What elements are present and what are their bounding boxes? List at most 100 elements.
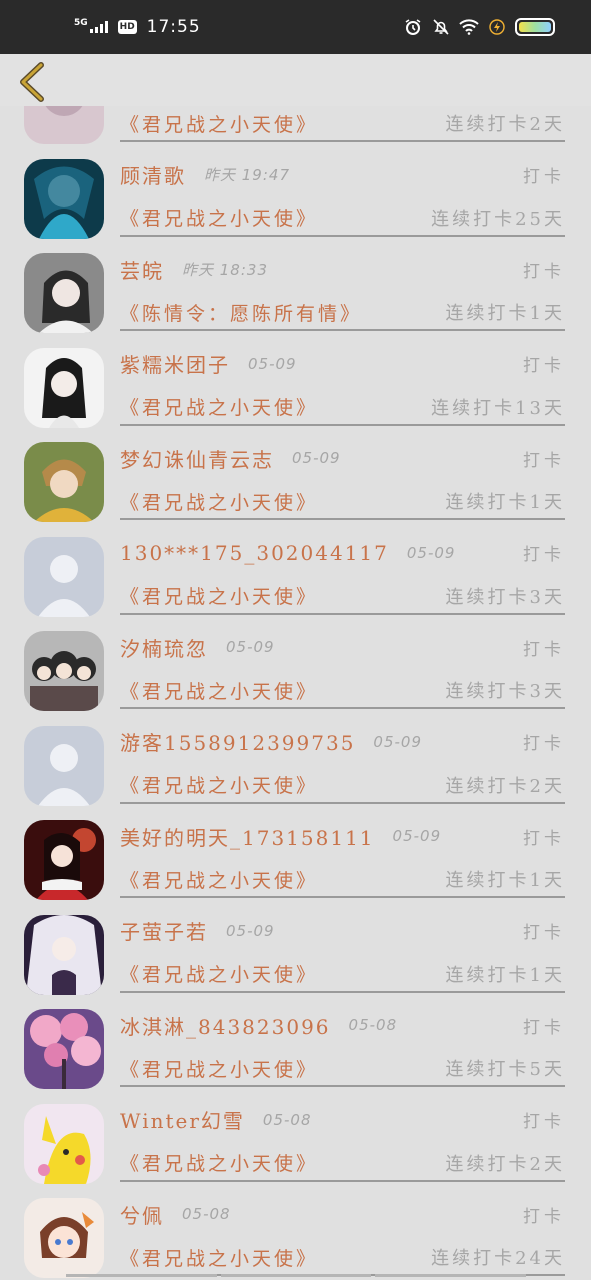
- avatar[interactable]: [24, 631, 104, 711]
- streak-count: 连续打卡13天: [431, 397, 565, 419]
- book-title[interactable]: 《君兄战之小天使》: [120, 771, 318, 798]
- user-name[interactable]: 紫糯米团子: [120, 349, 230, 378]
- checkin-row[interactable]: 汐楠琉忽 05-09 打卡 《君兄战之小天使》 连续打卡3天: [0, 617, 591, 712]
- book-line: 《君兄战之小天使》 连续打卡1天: [120, 957, 565, 993]
- book-title[interactable]: 《君兄战之小天使》: [120, 488, 318, 515]
- avatar[interactable]: [24, 536, 104, 617]
- name-line: 兮佩 05-08 打卡: [120, 1199, 565, 1229]
- book-title[interactable]: 《君兄战之小天使》: [120, 204, 318, 231]
- avatar-image: [24, 1009, 104, 1089]
- checkin-action: 打卡: [523, 923, 565, 943]
- user-name[interactable]: 梦幻诛仙青云志: [120, 444, 274, 473]
- checkin-action: 打卡: [523, 261, 565, 282]
- avatar-image: [24, 820, 104, 900]
- checkin-time: 昨天 18:33: [182, 260, 268, 279]
- user-name[interactable]: 汐楠琉忽: [120, 633, 208, 662]
- checkin-time: 05-08: [348, 1016, 398, 1034]
- checkin-row[interactable]: 130***175_302044117 05-09 打卡 《君兄战之小天使》 连…: [0, 523, 591, 618]
- avatar-image: [24, 253, 104, 333]
- book-title[interactable]: 《君兄战之小天使》: [120, 393, 318, 420]
- checkin-time: 05-08: [262, 1110, 312, 1129]
- book-line: 《君兄战之小天使》 连续打卡13天: [120, 390, 565, 426]
- checkin-row[interactable]: 游客1558912399735 05-09 打卡 《君兄战之小天使》 连续打卡2…: [0, 712, 591, 807]
- checkin-row[interactable]: 子萤子若 05-09 打卡 《君兄战之小天使》 连续打卡1天: [0, 901, 591, 996]
- user-name[interactable]: Winter幻雪: [120, 1105, 245, 1134]
- avatar[interactable]: [24, 253, 104, 333]
- streak-count: 连续打卡3天: [445, 681, 565, 702]
- book-line: 《君兄战之小天使》 连续打卡1天: [120, 484, 565, 520]
- avatar[interactable]: [24, 158, 104, 239]
- checkin-row[interactable]: Winter幻雪 05-08 打卡 《君兄战之小天使》 连续打卡2天: [0, 1090, 591, 1185]
- checkin-row[interactable]: 紫糯米团子 05-09 打卡 《君兄战之小天使》 连续打卡13天: [0, 334, 591, 429]
- book-line: 《君兄战之小天使》 连续打卡25天: [120, 201, 565, 237]
- name-line: 汐楠琉忽 05-09 打卡: [120, 632, 565, 662]
- user-name[interactable]: 兮佩: [120, 1200, 164, 1229]
- checkin-time: 05-09: [248, 354, 297, 373]
- checkin-time: 05-08: [182, 1205, 231, 1223]
- streak-count: 连续打卡3天: [445, 586, 565, 608]
- avatar[interactable]: [24, 347, 104, 428]
- checkin-action: 打卡: [523, 734, 565, 754]
- checkin-action: 打卡: [523, 1017, 565, 1038]
- name-line: Winter幻雪 05-08 打卡: [120, 1105, 565, 1135]
- book-title[interactable]: 《君兄战之小天使》: [120, 677, 318, 704]
- book-title[interactable]: 《君兄战之小天使》: [120, 960, 318, 987]
- checkin-row[interactable]: 芸皖 昨天 18:33 打卡 《陈情令：愿陈所有情》 连续打卡1天: [0, 239, 591, 334]
- avatar[interactable]: [24, 914, 104, 995]
- avatar-image: [24, 631, 104, 711]
- book-line: 《君兄战之小天使》 连续打卡3天: [120, 673, 565, 709]
- checkin-row[interactable]: 冰淇淋_843823096 05-08 打卡 《君兄战之小天使》 连续打卡5天: [0, 995, 591, 1090]
- streak-count: 连续打卡2天: [445, 114, 565, 135]
- avatar-image: [24, 158, 104, 239]
- book-title[interactable]: 《君兄战之小天使》: [120, 582, 318, 609]
- avatar-image: [24, 347, 104, 428]
- book-line: 《君兄战之小天使》 连续打卡2天: [120, 106, 565, 142]
- name-line: 游客1558912399735 05-09 打卡: [120, 727, 565, 757]
- checkin-action: 打卡: [523, 1206, 565, 1227]
- checkin-action: 打卡: [523, 828, 565, 849]
- checkin-time: 05-09: [373, 732, 423, 751]
- checkin-row[interactable]: 顾清歌 昨天 19:47 打卡 《君兄战之小天使》 连续打卡25天: [0, 145, 591, 240]
- book-title[interactable]: 《君兄战之小天使》: [120, 110, 318, 137]
- streak-count: 连续打卡25天: [431, 208, 565, 230]
- name-line: 130***175_302044117 05-09 打卡: [120, 538, 565, 568]
- hd-badge: HD: [117, 20, 137, 34]
- avatar[interactable]: [24, 1103, 104, 1184]
- avatar-image: [24, 1103, 104, 1184]
- book-title[interactable]: 《君兄战之小天使》: [120, 866, 318, 893]
- scroll-indicator: [66, 1274, 527, 1277]
- avatar-image: [24, 1198, 104, 1278]
- avatar[interactable]: [24, 1009, 104, 1089]
- book-title[interactable]: 《君兄战之小天使》: [120, 1149, 318, 1176]
- book-line: 《君兄战之小天使》 连续打卡2天: [120, 1146, 565, 1182]
- name-line: 梦幻诛仙青云志 05-09 打卡: [120, 443, 565, 473]
- user-name[interactable]: 子萤子若: [120, 916, 208, 945]
- avatar[interactable]: [24, 442, 104, 522]
- checkin-row[interactable]: 兮佩 05-08 打卡 《君兄战之小天使》 连续打卡24天: [0, 1184, 591, 1279]
- avatar[interactable]: [24, 820, 104, 900]
- user-name[interactable]: 游客1558912399735: [120, 727, 355, 756]
- streak-count: 连续打卡1天: [445, 870, 565, 891]
- book-title[interactable]: 《君兄战之小天使》: [120, 1055, 318, 1082]
- book-line: 《陈情令：愿陈所有情》 连续打卡1天: [120, 295, 565, 331]
- book-title[interactable]: 《君兄战之小天使》: [120, 1244, 318, 1271]
- name-line: 冰淇淋_843823096 05-08 打卡: [120, 1010, 565, 1040]
- user-name[interactable]: 美好的明天_173158111: [120, 822, 375, 851]
- book-line: 《君兄战之小天使》 连续打卡5天: [120, 1051, 565, 1087]
- streak-count: 连续打卡2天: [445, 775, 565, 797]
- back-button[interactable]: [14, 60, 50, 104]
- streak-count: 连续打卡24天: [431, 1248, 565, 1269]
- user-name[interactable]: 顾清歌: [120, 160, 186, 189]
- checkin-action: 打卡: [523, 545, 565, 565]
- checkin-row[interactable]: 梦幻诛仙青云志 05-09 打卡 《君兄战之小天使》 连续打卡1天: [0, 428, 591, 523]
- avatar[interactable]: [24, 1198, 104, 1278]
- checkin-time: 05-09: [406, 543, 456, 562]
- user-name[interactable]: 130***175_302044117: [120, 541, 389, 565]
- checkin-row[interactable]: 美好的明天_173158111 05-09 打卡 《君兄战之小天使》 连续打卡1…: [0, 806, 591, 901]
- avatar[interactable]: [24, 725, 104, 806]
- user-name[interactable]: 冰淇淋_843823096: [120, 1011, 331, 1040]
- streak-count: 连续打卡1天: [445, 492, 565, 513]
- user-name[interactable]: 芸皖: [120, 255, 164, 284]
- status-bar: 5G HD 17:55: [0, 0, 591, 54]
- book-title[interactable]: 《陈情令：愿陈所有情》: [120, 299, 362, 326]
